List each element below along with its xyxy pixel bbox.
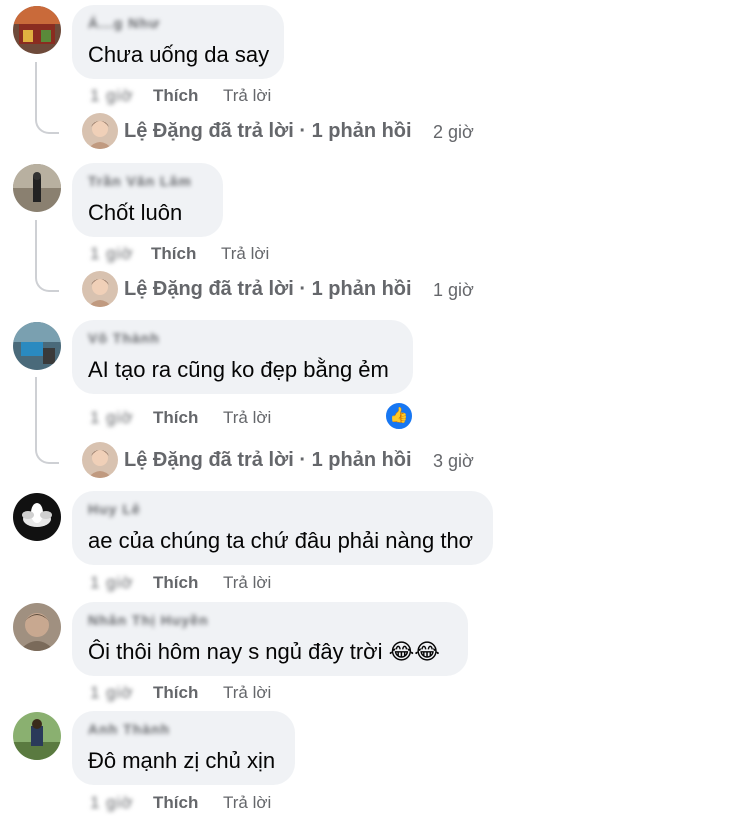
comment-timestamp[interactable]: 1 giờ [90,86,134,106]
like-button[interactable]: Thích [153,683,198,703]
comment-bubble: Trần Văn Lâm Chốt luôn [72,163,223,237]
comment-timestamp[interactable]: 1 giờ [90,793,134,813]
reply-summary-text[interactable]: Lệ Đặng đã trả lời · 1 phản hồi [124,449,412,472]
comment-timestamp[interactable]: 1 giờ [90,573,134,593]
reply-button[interactable]: Trả lời [223,683,271,703]
comment-bubble: Á...g Như Chưa uống da say [72,5,284,79]
comment-text: Ôi thôi hôm nay s ngủ đây trời 😂😂 [88,639,440,665]
like-button[interactable]: Thích [153,86,198,106]
like-button[interactable]: Thích [151,244,196,264]
reply-button[interactable]: Trả lời [223,408,271,428]
reply-button[interactable]: Trả lời [223,86,271,106]
replier-avatar [82,442,118,478]
commenter-avatar[interactable] [13,603,61,651]
commenter-avatar[interactable] [13,712,61,760]
comment-text: ae của chúng ta chứ đâu phải nàng thơ [88,528,474,553]
comment-author[interactable]: Trần Văn Lâm [88,173,192,189]
comment-author[interactable]: Huy Lê [88,501,141,517]
laughing-emoji-icon: 😂😂 [388,639,441,664]
comment-author[interactable]: Nhân Thị Huyền [88,612,209,628]
reply-thread-line [35,377,59,464]
comment-text-body: Ôi thôi hôm nay s ngủ đây trời [88,639,383,664]
reply-summary-text[interactable]: Lệ Đặng đã trả lời · 1 phản hồi [124,120,412,143]
reply-button[interactable]: Trả lời [223,793,271,813]
commenter-avatar[interactable] [13,493,61,541]
comment-timestamp[interactable]: 1 giờ [90,408,134,428]
reply-summary-text[interactable]: Lệ Đặng đã trả lời · 1 phản hồi [124,278,412,301]
like-button[interactable]: Thích [153,408,198,428]
reply-thread-line [35,62,59,134]
comment-timestamp[interactable]: 1 giờ [90,683,134,703]
reply-summary-time: 1 giờ [433,280,474,300]
reply-button[interactable]: Trả lời [223,573,271,593]
comment-bubble: Anh Thành Đô mạnh zị chủ xịn [72,711,295,785]
comment-text: Đô mạnh zị chủ xịn [88,748,276,773]
replier-avatar [82,271,118,307]
comment-author[interactable]: Á...g Như [88,15,160,31]
comment-author[interactable]: Anh Thành [88,721,170,737]
comment-bubble: Huy Lê ae của chúng ta chứ đâu phải nàng… [72,491,493,565]
comment-text: Chưa uống da say [88,42,270,67]
commenter-avatar[interactable] [13,164,61,212]
reply-button[interactable]: Trả lời [221,244,269,264]
reply-summary-time: 2 giờ [433,122,474,142]
like-button[interactable]: Thích [153,793,198,813]
comment-text: Chốt luôn [88,200,183,225]
commenter-avatar[interactable] [13,322,61,370]
reply-thread-line [35,220,59,292]
commenter-avatar[interactable] [13,6,61,54]
replier-avatar [82,113,118,149]
like-reaction-icon[interactable]: 👍 [384,401,414,431]
comment-text: AI tạo ra cũng ko đẹp bằng ẻm [88,357,389,382]
comment-bubble: Nhân Thị Huyền Ôi thôi hôm nay s ngủ đây… [72,602,468,676]
comment-author[interactable]: Võ Thành [88,330,160,346]
comment-bubble: Võ Thành AI tạo ra cũng ko đẹp bằng ẻm [72,320,413,394]
reply-summary-time: 3 giờ [433,451,474,471]
like-button[interactable]: Thích [153,573,198,593]
comment-timestamp[interactable]: 1 giờ [90,244,134,264]
